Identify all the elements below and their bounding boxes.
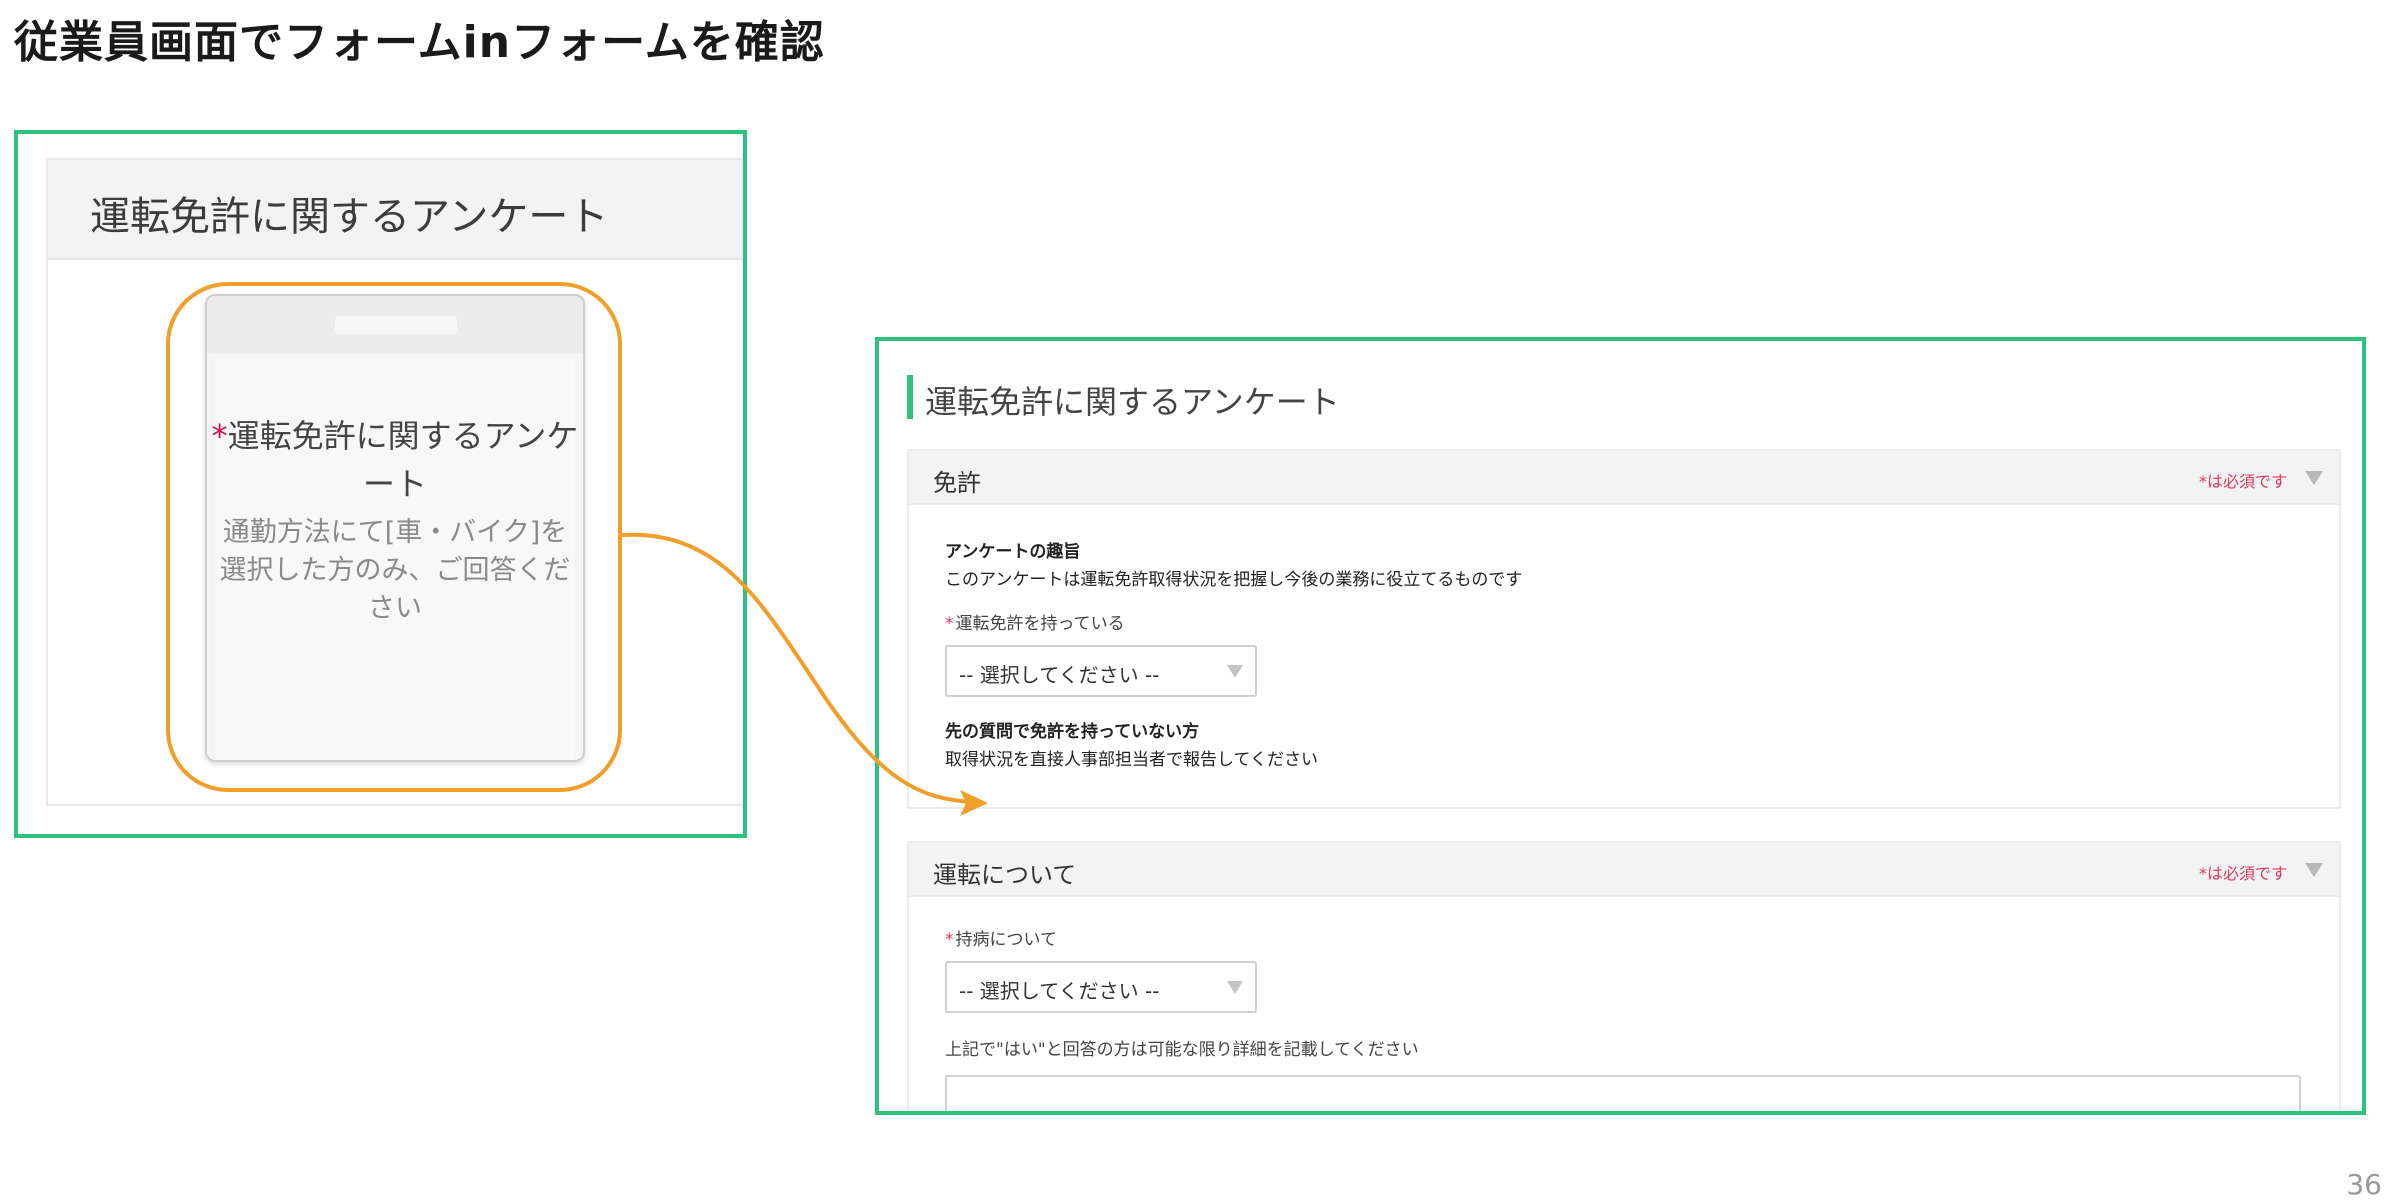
note-text: 取得状況を直接人事部担当者で報告してください — [945, 750, 1318, 770]
form-title: 運転免許に関するアンケート — [925, 383, 1340, 421]
collapse-triangle-icon[interactable] — [2305, 863, 2323, 877]
illness-select[interactable]: -- 選択してください -- — [945, 961, 1257, 1013]
embedded-form-description: 通勤方法にて[車・バイク]を選択した方のみ、ご回答ください — [219, 517, 571, 624]
page-number: 36 — [2346, 1168, 2382, 1201]
embedded-form-topbar — [207, 296, 583, 354]
detail-label: 上記で"はい"と回答の方は可能な限り詳細を記載してください — [945, 1040, 1419, 1060]
required-asterisk: * — [945, 614, 954, 634]
required-note: *は必須です — [2198, 864, 2287, 883]
left-highlight-panel: 運転免許に関するアンケート *運転免許に関するアンケート 通勤方法にて[車・バイ… — [14, 130, 747, 838]
dropdown-arrow-icon — [1227, 665, 1243, 678]
dropdown-arrow-icon — [1227, 981, 1243, 994]
form-list-header: 運転免許に関するアンケート — [48, 160, 743, 260]
right-highlight-panel: 運転免許に関するアンケート 免許 *は必須です アンケートの趣旨 このアンケート… — [875, 337, 2366, 1115]
intro-text: このアンケートは運転免許取得状況を把握し今後の業務に役立てるものです — [945, 570, 1523, 590]
form-list-title: 運転免許に関するアンケート — [90, 194, 609, 240]
detail-textarea[interactable] — [945, 1075, 2301, 1111]
select-value: -- 選択してください -- — [959, 663, 1160, 687]
section-driving: 運転について *は必須です * 持病について -- 選択してください -- 上記で… — [907, 841, 2341, 1111]
field-label-illness: * 持病について — [945, 925, 1057, 950]
required-note: *は必須です — [2198, 472, 2287, 491]
field-label-text: 持病について — [955, 930, 1058, 950]
embedded-form-handle — [335, 316, 457, 334]
embedded-form-card[interactable]: *運転免許に関するアンケート 通勤方法にて[車・バイク]を選択した方のみ、ご回答… — [205, 294, 585, 762]
select-value: -- 選択してください -- — [959, 979, 1160, 1003]
section-license: 免許 *は必須です アンケートの趣旨 このアンケートは運転免許取得状況を把握し今… — [907, 449, 2341, 809]
section-header[interactable]: 免許 *は必須です — [909, 451, 2339, 505]
note-heading: 先の質問で免許を持っていない方 — [945, 722, 1200, 742]
slide-title: 従業員画面でフォームinフォームを確認 — [14, 17, 825, 68]
intro-heading: アンケートの趣旨 — [945, 542, 1081, 562]
section-title: 運転について — [933, 861, 1077, 889]
required-asterisk: * — [945, 930, 954, 950]
embedded-form-title: *運転免許に関するアンケート — [207, 412, 583, 508]
section-header[interactable]: 運転について *は必須です — [909, 843, 2339, 897]
form-title-accent — [907, 375, 913, 419]
embedded-form-title-text: 運転免許に関するアンケート — [227, 417, 579, 503]
required-mark: * — [211, 417, 228, 455]
collapse-triangle-icon[interactable] — [2305, 471, 2323, 485]
field-label-license: * 運転免許を持っている — [945, 609, 1125, 634]
field-label-text: 運転免許を持っている — [955, 614, 1125, 634]
section-title: 免許 — [933, 469, 981, 497]
license-select[interactable]: -- 選択してください -- — [945, 645, 1257, 697]
